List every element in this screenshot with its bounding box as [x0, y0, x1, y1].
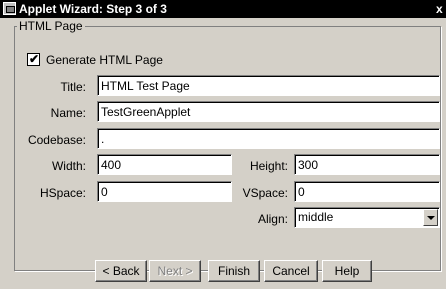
- height-field[interactable]: [294, 154, 440, 175]
- title-label: Title:: [60, 80, 86, 94]
- title-input[interactable]: [101, 78, 436, 93]
- vspace-label: VSpace:: [242, 186, 288, 200]
- window-title: Applet Wizard: Step 3 of 3: [19, 2, 167, 16]
- height-input[interactable]: [298, 157, 436, 172]
- generate-html-label[interactable]: Generate HTML Page: [46, 53, 163, 67]
- codebase-label: Codebase:: [27, 133, 86, 147]
- align-label: Align:: [257, 212, 288, 226]
- width-label: Width:: [51, 159, 86, 173]
- check-mark-icon: ✔: [29, 52, 40, 66]
- close-icon[interactable]: x: [436, 1, 446, 17]
- hspace-field[interactable]: [97, 181, 232, 202]
- name-label: Name:: [50, 106, 86, 120]
- help-button[interactable]: Help: [322, 260, 372, 282]
- height-label: Height:: [249, 159, 288, 173]
- align-selected-value: middle: [298, 210, 334, 224]
- vspace-field[interactable]: [294, 181, 440, 202]
- name-input[interactable]: [101, 104, 436, 119]
- group-title: HTML Page: [17, 19, 85, 33]
- width-field[interactable]: [97, 154, 232, 175]
- align-select[interactable]: middle: [294, 207, 440, 228]
- generate-html-checkbox[interactable]: ✔: [27, 52, 40, 66]
- title-bar[interactable]: Applet Wizard: Step 3 of 3 x: [0, 0, 446, 18]
- title-field[interactable]: [97, 75, 440, 96]
- width-input[interactable]: [101, 157, 228, 172]
- align-dropdown-button[interactable]: [423, 209, 438, 226]
- vspace-input[interactable]: [298, 184, 436, 199]
- hspace-input[interactable]: [101, 184, 228, 199]
- name-field[interactable]: [97, 101, 440, 122]
- applet-window-icon: [3, 2, 16, 15]
- hspace-label: HSpace:: [39, 186, 86, 200]
- back-button[interactable]: < Back: [95, 260, 147, 282]
- next-button[interactable]: Next >: [149, 260, 201, 282]
- codebase-input[interactable]: [101, 131, 436, 146]
- cancel-button[interactable]: Cancel: [264, 260, 318, 282]
- finish-button[interactable]: Finish: [208, 260, 260, 282]
- codebase-field[interactable]: [97, 128, 440, 149]
- dropdown-arrow-icon: [427, 216, 435, 220]
